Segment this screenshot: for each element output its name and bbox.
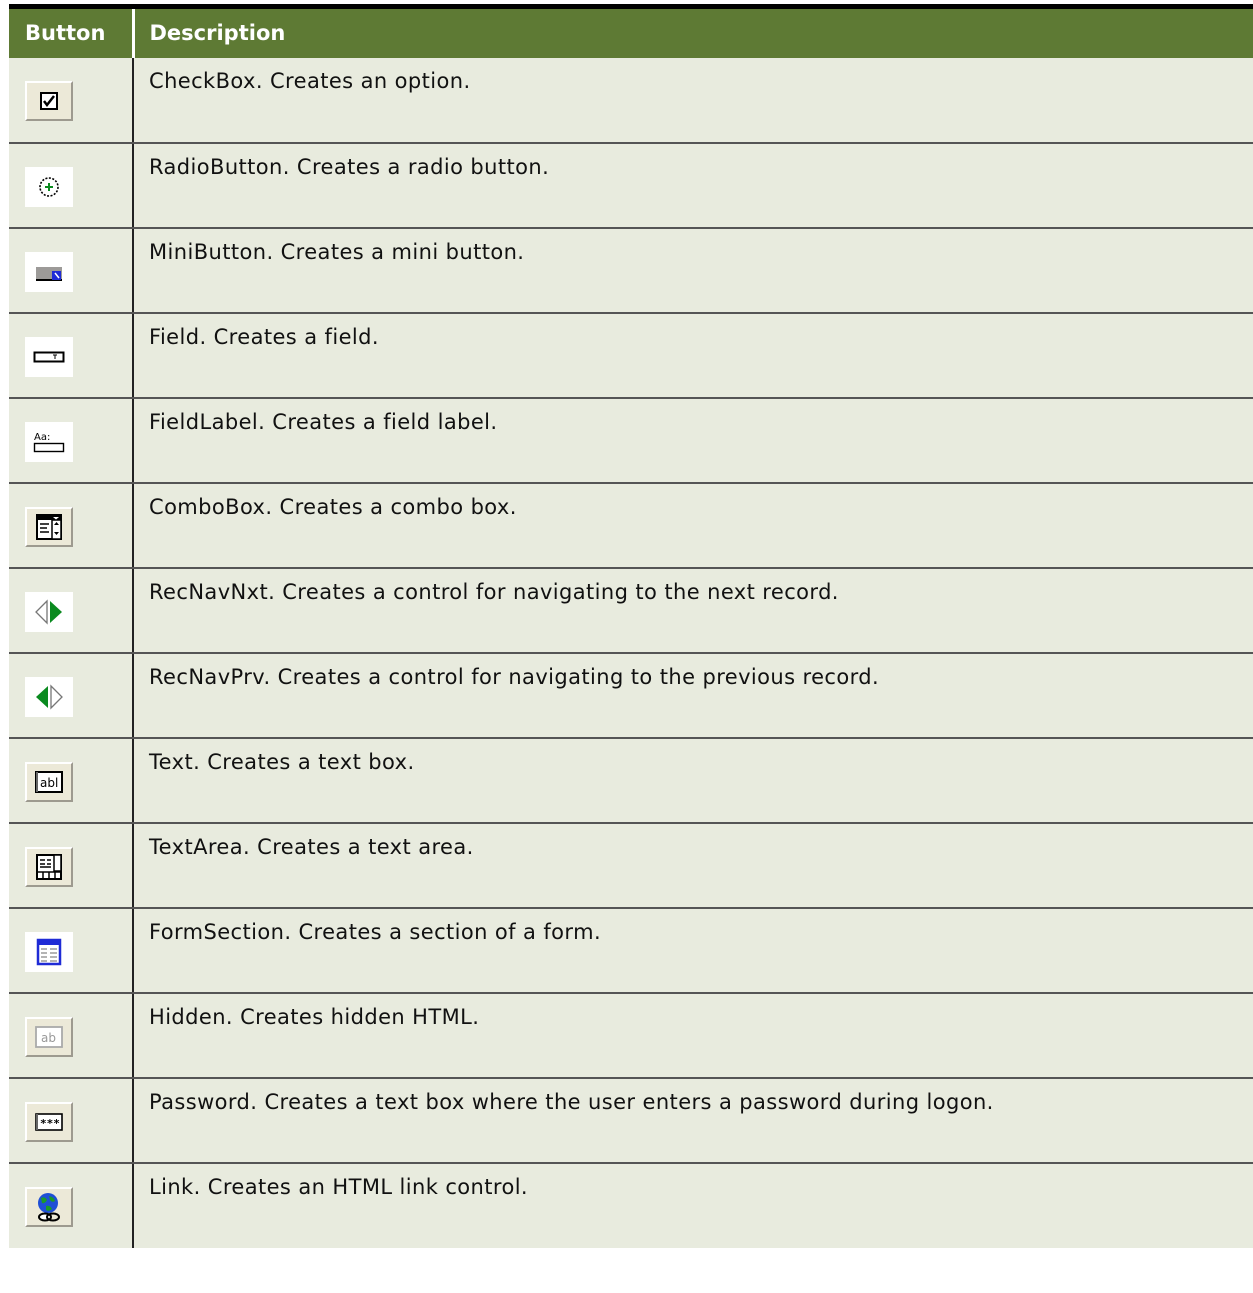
header-description: Description <box>131 4 1253 58</box>
password-icon: *** <box>25 1101 73 1142</box>
header-button: Button <box>9 4 133 58</box>
table-row: *** Password. Creates a text box where t… <box>9 1077 1253 1164</box>
text-area-icon <box>25 846 73 887</box>
mini-button-icon <box>25 251 73 292</box>
row-description: TextArea. Creates a text area. <box>132 822 1253 909</box>
table-row: Field. Creates a field. <box>9 312 1253 399</box>
table-row: RecNavPrv. Creates a control for navigat… <box>9 652 1253 739</box>
table-row: CheckBox. Creates an option. <box>9 57 1253 144</box>
table-row: abl Text. Creates a text box. <box>9 737 1253 824</box>
hidden-icon-text: ab <box>41 1031 56 1045</box>
field-label-icon-text: Aa: <box>34 432 50 443</box>
table-row: RadioButton. Creates a radio button. <box>9 142 1253 229</box>
checkbox-icon <box>25 80 73 121</box>
row-description: FieldLabel. Creates a field label. <box>132 397 1253 484</box>
controls-table: Button Description CheckBox. Creates an … <box>9 4 1253 1248</box>
row-description: FormSection. Creates a section of a form… <box>132 907 1253 994</box>
table-row: TextArea. Creates a text area. <box>9 822 1253 909</box>
row-description: Hidden. Creates hidden HTML. <box>132 992 1253 1079</box>
row-description: Field. Creates a field. <box>132 312 1253 399</box>
form-section-icon <box>25 931 73 972</box>
table-row: MiniButton. Creates a mini button. <box>9 227 1253 314</box>
hidden-icon: ab <box>25 1016 73 1057</box>
row-description: Text. Creates a text box. <box>132 737 1253 824</box>
record-nav-next-icon <box>25 591 73 632</box>
radio-button-icon <box>25 166 73 207</box>
text-box-icon: abl <box>25 761 73 802</box>
link-globe-icon <box>25 1186 73 1227</box>
table-row: ComboBox. Creates a combo box. <box>9 482 1253 569</box>
table-header-row: Button Description <box>9 4 1253 58</box>
row-description: MiniButton. Creates a mini button. <box>132 227 1253 314</box>
combo-box-icon <box>25 506 73 547</box>
record-nav-previous-icon <box>25 676 73 717</box>
table-row: Aa: FieldLabel. Creates a field label. <box>9 397 1253 484</box>
row-description: CheckBox. Creates an option. <box>132 57 1253 144</box>
password-icon-text: *** <box>40 1117 60 1130</box>
table-row: Link. Creates an HTML link control. <box>9 1162 1253 1248</box>
row-description: Password. Creates a text box where the u… <box>132 1077 1253 1164</box>
row-description: RadioButton. Creates a radio button. <box>132 142 1253 229</box>
row-description: RecNavPrv. Creates a control for navigat… <box>132 652 1253 739</box>
row-description: RecNavNxt. Creates a control for navigat… <box>132 567 1253 654</box>
table-row: FormSection. Creates a section of a form… <box>9 907 1253 994</box>
field-label-icon: Aa: <box>25 421 73 462</box>
table-row: RecNavNxt. Creates a control for navigat… <box>9 567 1253 654</box>
row-description: Link. Creates an HTML link control. <box>132 1162 1253 1248</box>
text-box-icon-text: abl <box>40 776 58 790</box>
field-icon <box>25 336 73 377</box>
row-description: ComboBox. Creates a combo box. <box>132 482 1253 569</box>
table-row: ab Hidden. Creates hidden HTML. <box>9 992 1253 1079</box>
